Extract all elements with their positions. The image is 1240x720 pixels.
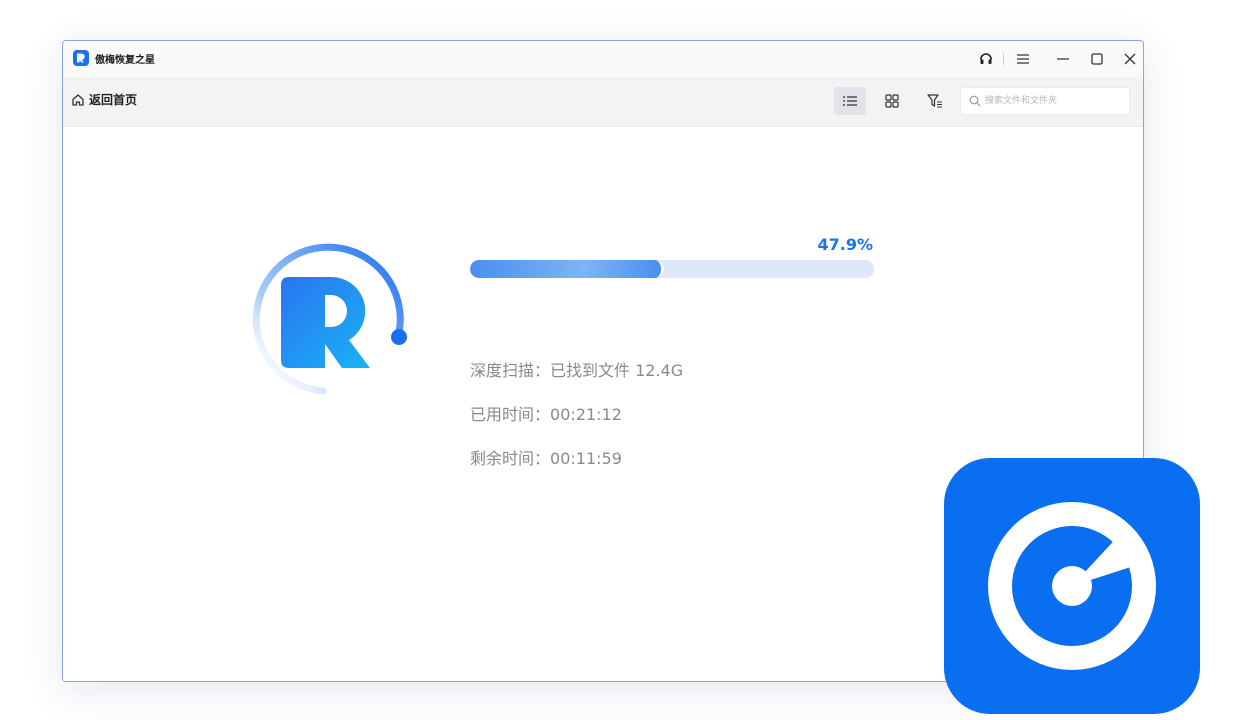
- back-home-button[interactable]: 返回首页: [71, 91, 137, 108]
- progress-bar-fill: [470, 260, 664, 278]
- deep-scan-label: 深度扫描：: [470, 361, 551, 380]
- deep-scan-status: 深度扫描：已找到文件 12.4G: [470, 357, 683, 381]
- progress-percent: 47.9%: [817, 235, 873, 254]
- filter-icon: [927, 94, 942, 108]
- elapsed-value: 00:21:12: [550, 405, 622, 424]
- grid-view-button[interactable]: [876, 87, 908, 115]
- minimize-icon[interactable]: [1053, 49, 1073, 69]
- title-bar: 傲梅恢复之星: [63, 41, 1143, 77]
- app-badge: [944, 458, 1200, 714]
- list-view-button[interactable]: [834, 87, 866, 115]
- headset-icon[interactable]: [976, 49, 996, 69]
- scan-disk-icon: [988, 502, 1156, 670]
- back-home-label: 返回首页: [89, 93, 138, 107]
- search-input[interactable]: [983, 95, 1127, 107]
- filter-button[interactable]: [919, 87, 951, 115]
- list-view-icon: [843, 96, 857, 106]
- scan-logo-icon: [252, 243, 407, 395]
- search-box[interactable]: [960, 87, 1130, 115]
- toolbar: 返回首页: [63, 77, 1143, 127]
- remaining-time: 剩余时间：00:11:59: [470, 445, 622, 469]
- remaining-label: 剩余时间：: [470, 449, 551, 468]
- titlebar-divider: [1003, 53, 1004, 65]
- maximize-icon[interactable]: [1087, 49, 1107, 69]
- home-icon: [72, 93, 84, 106]
- grid-view-icon: [885, 94, 899, 108]
- app-title: 傲梅恢复之星: [95, 55, 155, 66]
- progress-bar: [470, 260, 874, 278]
- elapsed-time: 已用时间：00:21:12: [470, 401, 622, 425]
- elapsed-label: 已用时间：: [470, 405, 551, 424]
- search-icon: [969, 95, 981, 107]
- app-logo-icon: [73, 50, 89, 66]
- menu-icon[interactable]: [1013, 49, 1033, 69]
- close-icon[interactable]: [1120, 49, 1140, 69]
- deep-scan-value: 已找到文件 12.4G: [550, 361, 684, 380]
- remaining-value: 00:11:59: [550, 449, 622, 468]
